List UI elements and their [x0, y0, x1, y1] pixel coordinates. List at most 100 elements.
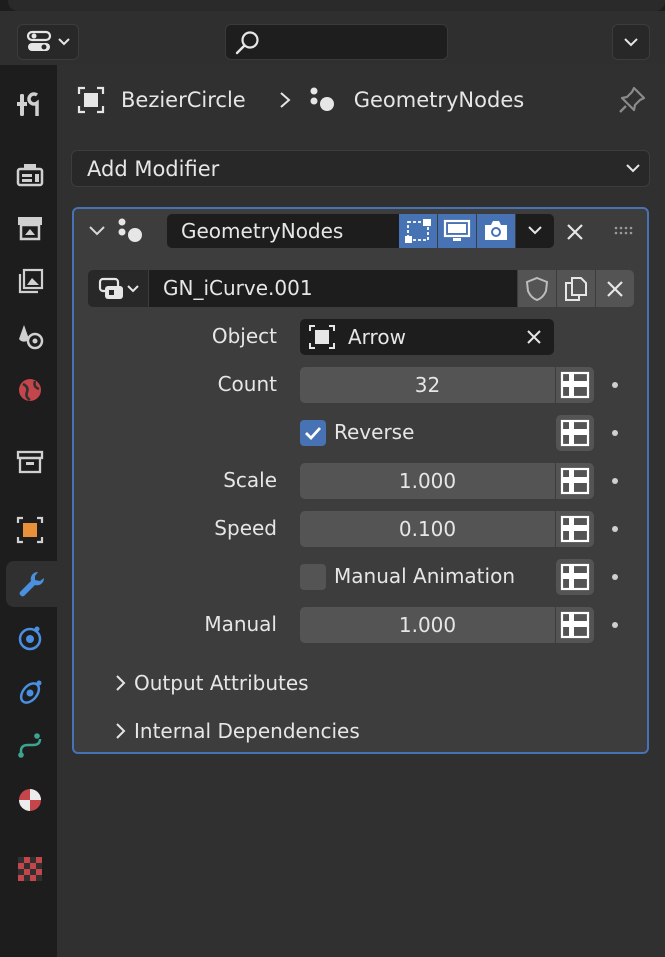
- count-keyframe-dot[interactable]: [612, 382, 618, 388]
- output-attributes-label: Output Attributes: [134, 671, 309, 695]
- tab-view-layer[interactable]: [6, 259, 54, 305]
- add-modifier-label: Add Modifier: [87, 157, 220, 181]
- tab-particles[interactable]: [6, 615, 54, 661]
- manual-animation-attribute-toggle[interactable]: [556, 559, 594, 595]
- breadcrumb-modifier: GeometryNodes: [353, 88, 525, 112]
- top-strip-inner: [8, 0, 665, 11]
- editor-type-button[interactable]: [17, 24, 79, 60]
- count-label: Count: [217, 372, 277, 396]
- tab-material[interactable]: [6, 777, 54, 823]
- reverse-keyframe-dot[interactable]: [612, 430, 618, 436]
- edit-mode-icon: [405, 219, 431, 243]
- tab-texture[interactable]: [6, 846, 54, 892]
- options-dropdown-button[interactable]: [612, 24, 650, 60]
- count-attribute-toggle[interactable]: [556, 367, 594, 403]
- reverse-attribute-toggle[interactable]: [556, 415, 594, 451]
- spreadsheet-icon: [560, 467, 590, 495]
- chevron-right-icon: [116, 675, 126, 691]
- modifier-extras-dropdown[interactable]: [516, 214, 554, 248]
- pin-button[interactable]: [617, 85, 647, 120]
- tab-object[interactable]: [6, 507, 54, 553]
- editor-type-icon: [26, 30, 52, 51]
- tool-icon: [17, 92, 39, 116]
- node-group-name-input[interactable]: GN_iCurve.001: [149, 270, 517, 307]
- spreadsheet-icon: [560, 611, 590, 639]
- modifier-name-text: GeometryNodes: [181, 219, 344, 243]
- spreadsheet-icon: [560, 563, 590, 591]
- node-group-selector: GN_iCurve.001: [88, 270, 635, 307]
- tab-scene[interactable]: [6, 313, 54, 359]
- checkmark-icon: [305, 427, 322, 441]
- manual-animation-label: Manual Animation: [334, 564, 515, 588]
- monitor-icon: [443, 219, 471, 241]
- node-group-browse-button[interactable]: [88, 270, 148, 307]
- reverse-label: Reverse: [334, 420, 415, 444]
- output-icon: [18, 217, 42, 241]
- object-field[interactable]: Arrow: [300, 319, 554, 355]
- search-input[interactable]: [225, 24, 448, 60]
- internal-dependencies-subpanel[interactable]: Internal Dependencies: [114, 719, 360, 743]
- object-icon: [16, 516, 44, 544]
- close-icon: [607, 280, 623, 297]
- scale-attribute-toggle[interactable]: [556, 463, 594, 499]
- speed-attribute-toggle[interactable]: [556, 511, 594, 547]
- modifier-name-input[interactable]: GeometryNodes: [167, 214, 399, 248]
- object-icon: [77, 86, 105, 114]
- manual-keyframe-dot[interactable]: [612, 622, 618, 628]
- duplicate-button[interactable]: [557, 270, 595, 307]
- chevron-down-icon: [624, 38, 638, 47]
- tab-collection[interactable]: [6, 439, 54, 485]
- tab-render[interactable]: [6, 152, 54, 198]
- viewport-toggle[interactable]: [438, 214, 476, 248]
- chevron-down-icon: [528, 226, 542, 235]
- count-field[interactable]: 32: [300, 367, 555, 403]
- reverse-checkbox[interactable]: [300, 420, 326, 446]
- modifier-panel: GeometryNodes GN_iCurve.001 Object Arrow…: [72, 207, 649, 754]
- node-group-name-text: GN_iCurve.001: [163, 276, 313, 300]
- unlink-button[interactable]: [596, 270, 634, 307]
- output-attributes-subpanel[interactable]: Output Attributes: [114, 671, 309, 695]
- manual-label: Manual: [204, 612, 277, 636]
- edit-mode-toggle[interactable]: [399, 214, 437, 248]
- scale-keyframe-dot[interactable]: [612, 478, 618, 484]
- tab-modifier[interactable]: [6, 561, 57, 607]
- shield-icon: [525, 276, 549, 301]
- manual-animation-keyframe-dot[interactable]: [612, 574, 618, 580]
- chevron-down-icon: [58, 38, 70, 46]
- internal-dependencies-label: Internal Dependencies: [134, 719, 360, 743]
- fake-user-button[interactable]: [518, 270, 556, 307]
- render-icon: [16, 164, 44, 187]
- chevron-right-icon: [280, 92, 291, 108]
- clear-icon[interactable]: [526, 329, 542, 345]
- wrench-icon: [19, 571, 44, 597]
- speed-field[interactable]: 0.100: [300, 511, 555, 547]
- particles-icon: [18, 626, 42, 651]
- speed-keyframe-dot[interactable]: [612, 526, 618, 532]
- close-icon[interactable]: [565, 222, 585, 242]
- tab-tool[interactable]: [6, 82, 54, 128]
- collection-icon: [16, 450, 44, 474]
- geometry-nodes-icon: [310, 87, 334, 111]
- camera-icon: [485, 221, 507, 240]
- render-toggle[interactable]: [477, 214, 515, 248]
- tab-output[interactable]: [6, 205, 54, 251]
- manual-field[interactable]: 1.000: [300, 607, 555, 643]
- object-icon: [309, 325, 335, 349]
- breadcrumb-object: BezierCircle: [121, 88, 246, 112]
- collapse-chevron-icon[interactable]: [88, 225, 106, 237]
- breadcrumb: BezierCircle GeometryNodes: [77, 85, 524, 115]
- scale-label: Scale: [223, 468, 277, 492]
- scale-field[interactable]: 1.000: [300, 463, 555, 499]
- drag-handle-icon[interactable]: [614, 226, 636, 236]
- object-value: Arrow: [348, 325, 406, 349]
- search-icon: [235, 31, 259, 55]
- tab-physics[interactable]: [6, 669, 54, 715]
- duplicate-icon: [565, 276, 587, 301]
- physics-icon: [19, 680, 42, 704]
- manual-animation-checkbox[interactable]: [300, 564, 326, 590]
- manual-attribute-toggle[interactable]: [556, 607, 594, 643]
- add-modifier-dropdown[interactable]: Add Modifier: [71, 150, 650, 187]
- tab-constraints[interactable]: [6, 723, 54, 769]
- chevron-down-icon: [127, 284, 139, 292]
- tab-world[interactable]: [6, 367, 54, 413]
